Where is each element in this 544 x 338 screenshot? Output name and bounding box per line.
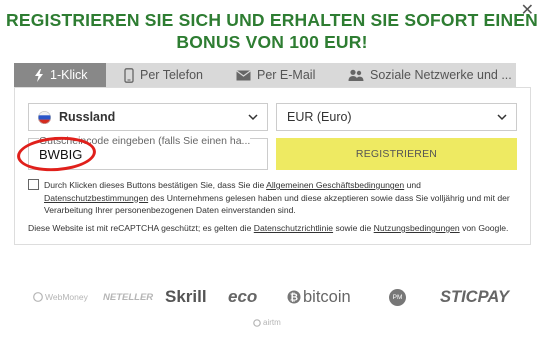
terms-checkbox[interactable] <box>28 179 39 190</box>
airtm-logo: airtm <box>253 318 281 327</box>
tab-phone[interactable]: Per Telefon <box>106 63 216 87</box>
webmoney-icon <box>33 292 43 302</box>
phone-icon <box>124 67 134 83</box>
page-title: REGISTRIEREN SIE SICH UND ERHALTEN SIE S… <box>0 9 544 53</box>
svg-text:₿: ₿ <box>290 292 298 304</box>
tab-label: 1-Klick <box>50 68 88 82</box>
currency-value: EUR (Euro) <box>287 110 352 124</box>
perfect-money-logo: PM <box>389 286 406 308</box>
bitcoin-logo: ₿ bitcoin <box>287 286 351 308</box>
pm-badge: PM <box>389 288 406 306</box>
recaptcha-notice: Diese Website ist mit reCAPTCHA geschütz… <box>28 223 518 233</box>
eco-logo: eco <box>228 287 258 306</box>
payment-methods: WebMoney NETELLER Skrill eco ₿ bitcoin P… <box>0 286 544 308</box>
people-icon <box>348 69 364 81</box>
country-select[interactable]: Russland <box>28 103 268 131</box>
envelope-icon <box>236 69 251 80</box>
tab-email[interactable]: Per E-Mail <box>216 63 330 87</box>
title-line-2: BONUS VON 100 EUR! <box>176 32 368 52</box>
lightning-icon <box>35 68 43 82</box>
chevron-down-icon <box>497 114 507 121</box>
privacy-policy-link[interactable]: Datenschutzrichtlinie <box>254 223 333 233</box>
tab-label: Soziale Netzwerke und ... <box>370 68 512 82</box>
bitcoin-text: bitcoin <box>303 287 351 306</box>
registration-modal: ✕ REGISTRIEREN SIE SICH UND ERHALTEN SIE… <box>0 0 544 272</box>
airtm-text: airtm <box>263 318 281 327</box>
chevron-down-icon <box>248 114 258 121</box>
sticpay-logo: STICPAY <box>440 287 510 306</box>
recaptcha-text-part: sowie die <box>333 223 374 233</box>
recaptcha-text-part: von Google. <box>459 223 509 233</box>
terms-text: Durch Klicken dieses Buttons bestätigen … <box>44 179 514 217</box>
privacy-link[interactable]: Datenschutzbestimmungen <box>44 193 148 203</box>
terms-text-part: und <box>404 180 421 190</box>
title-line-1: REGISTRIEREN SIE SICH UND ERHALTEN SIE S… <box>5 10 538 30</box>
register-button[interactable]: REGISTRIEREN <box>276 138 517 170</box>
registration-tabs: 1-Klick Per Telefon Per E-Mail Soziale N… <box>14 63 516 87</box>
neteller-logo: NETELLER <box>103 291 154 303</box>
tab-one-click[interactable]: 1-Klick <box>14 63 106 87</box>
currency-select[interactable]: EUR (Euro) <box>276 103 517 131</box>
recaptcha-text-part: Diese Website ist mit reCAPTCHA geschütz… <box>28 223 254 233</box>
tab-label: Per Telefon <box>140 68 204 82</box>
webmoney-logo: WebMoney <box>33 286 88 308</box>
terms-text-part: Durch Klicken dieses Buttons bestätigen … <box>44 180 267 190</box>
terms-link[interactable]: Allgemeinen Geschäftsbedingungen <box>266 180 404 190</box>
airtm-icon <box>253 318 261 327</box>
tab-social[interactable]: Soziale Netzwerke und ... <box>330 63 516 87</box>
tab-label: Per E-Mail <box>257 68 316 82</box>
terms-of-service-link[interactable]: Nutzungsbedingungen <box>374 223 460 233</box>
country-value: Russland <box>59 110 116 124</box>
webmoney-text: WebMoney <box>45 292 88 302</box>
russia-flag-icon <box>38 110 51 124</box>
bitcoin-icon: ₿ <box>287 290 301 304</box>
skrill-logo: Skrill <box>165 287 207 306</box>
